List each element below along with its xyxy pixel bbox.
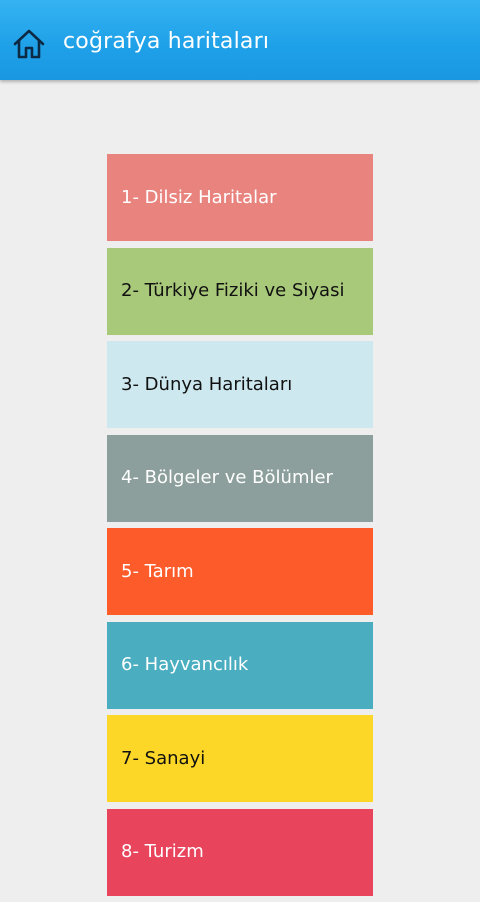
menu-list: 1- Dilsiz Haritalar 2- Türkiye Fiziki ve… [107,154,373,902]
menu-item-label: 7- Sanayi [121,747,206,769]
home-icon[interactable] [12,27,46,61]
app-bar: coğrafya haritaları [0,0,480,80]
menu-item-hayvancilik[interactable]: 6- Hayvancılık [107,621,373,709]
menu-item-dilsiz-haritalar[interactable]: 1- Dilsiz Haritalar [107,154,373,241]
menu-item-sanayi[interactable]: 7- Sanayi [107,715,373,802]
menu-item-label: 6- Hayvancılık [121,654,249,675]
menu-item-label: 4- Bölgeler ve Bölümler [121,467,333,488]
menu-item-dunya-haritalari[interactable]: 3- Dünya Haritaları [107,341,373,428]
menu-item-turizm[interactable]: 8- Turizm [107,808,373,896]
menu-item-label: 1- Dilsiz Haritalar [121,186,277,208]
menu-item-label: 5- Tarım [121,560,194,582]
menu-item-label: 8- Turizm [121,841,204,862]
menu-item-label: 2- Türkiye Fiziki ve Siyasi [121,280,345,301]
menu-item-tarim[interactable]: 5- Tarım [107,528,373,615]
menu-item-label: 3- Dünya Haritaları [121,373,293,395]
menu-item-turkiye-fiziki-siyasi[interactable]: 2- Türkiye Fiziki ve Siyasi [107,247,373,335]
app-title: coğrafya haritaları [63,29,270,54]
menu-item-bolgeler-bolumler[interactable]: 4- Bölgeler ve Bölümler [107,434,373,522]
